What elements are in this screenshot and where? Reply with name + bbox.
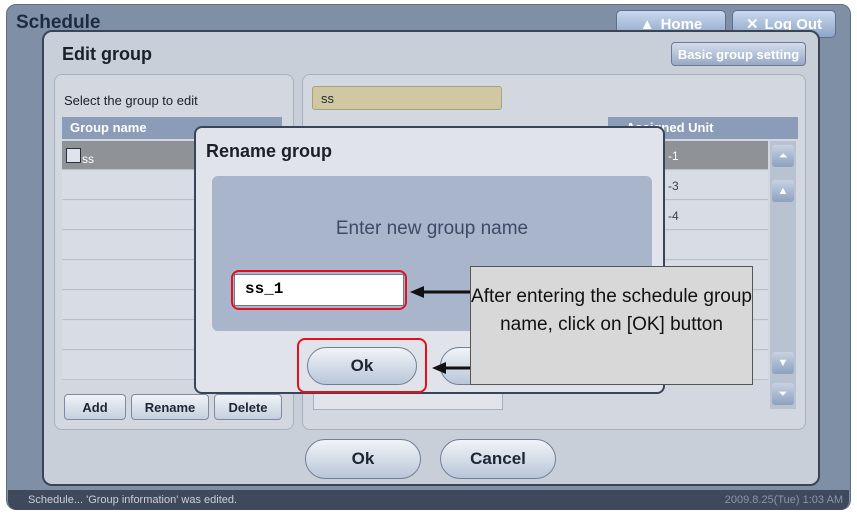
instruction-callout: After entering the schedule group name, … — [470, 266, 753, 385]
arrow-left-icon — [432, 362, 446, 374]
scroll-bottom-icon[interactable]: ⏷ — [772, 383, 794, 405]
group-name-text: ss — [82, 152, 94, 166]
basic-group-setting-button[interactable]: Basic group setting — [671, 42, 806, 66]
status-time: 2009.8.25(Tue) 1:03 AM — [724, 494, 843, 506]
edit-group-ok-button[interactable]: Ok — [305, 439, 421, 479]
add-group-button[interactable]: Add — [64, 394, 126, 420]
rename-group-title: Rename group — [206, 141, 333, 161]
group-icon — [66, 148, 81, 163]
callout-arrows — [410, 286, 475, 374]
delete-group-button[interactable]: Delete — [214, 394, 282, 420]
arrow-left-icon — [410, 286, 424, 298]
input-highlight — [231, 270, 407, 310]
scroll-top-icon[interactable]: ⏶ — [772, 145, 794, 167]
select-group-label: Select the group to edit — [64, 93, 198, 108]
scroll-down-icon[interactable]: ▼ — [772, 352, 794, 374]
edit-group-title: Edit group — [62, 44, 152, 64]
status-message: Schedule... 'Group information' was edit… — [28, 494, 238, 506]
group-name-field[interactable]: ss — [312, 86, 502, 110]
scroll-up-icon[interactable]: ▲ — [772, 180, 794, 202]
edit-group-cancel-button[interactable]: Cancel — [440, 439, 556, 479]
rename-prompt: Enter new group name — [335, 218, 529, 239]
rename-group-button[interactable]: Rename — [131, 394, 209, 420]
